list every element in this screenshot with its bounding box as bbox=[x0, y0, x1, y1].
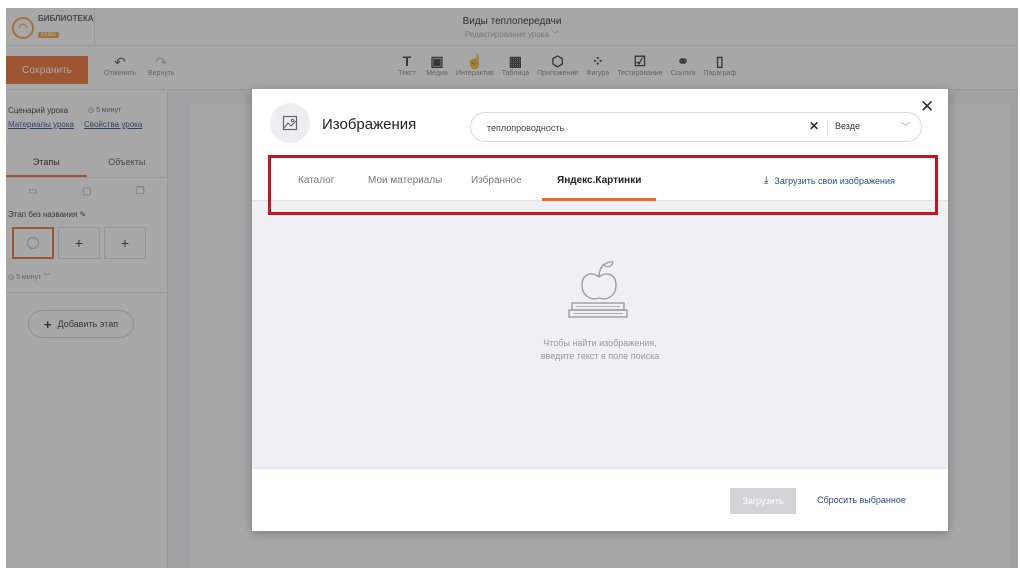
chevron-down-icon[interactable]: ﹀ bbox=[901, 120, 910, 133]
close-icon[interactable]: ✕ bbox=[920, 97, 934, 117]
image-icon bbox=[270, 103, 310, 143]
results-area: Чтобы найти изображения, введите текст в… bbox=[252, 201, 948, 468]
dialog-footer: Загрузить Сбросить выбранное bbox=[252, 468, 948, 531]
dialog-header: Изображения ✕ Везде ﹀ ✕ bbox=[252, 89, 948, 155]
load-button[interactable]: Загрузить bbox=[730, 488, 796, 514]
divider bbox=[827, 120, 828, 136]
search-bar: ✕ Везде ﹀ bbox=[470, 112, 922, 142]
clear-search-icon[interactable]: ✕ bbox=[809, 119, 819, 133]
scope-select[interactable]: Везде bbox=[835, 121, 860, 131]
empty-state-line: введите текст в поле поиска bbox=[540, 351, 660, 361]
annotation-highlight-box bbox=[268, 155, 938, 215]
search-input[interactable] bbox=[487, 119, 787, 137]
empty-state-line: Чтобы найти изображения, bbox=[543, 338, 657, 348]
empty-state-text: Чтобы найти изображения, введите текст в… bbox=[252, 337, 948, 363]
dialog-title: Изображения bbox=[322, 116, 417, 133]
apple-books-icon bbox=[566, 257, 632, 334]
reset-selection-link[interactable]: Сбросить выбранное bbox=[817, 495, 906, 505]
